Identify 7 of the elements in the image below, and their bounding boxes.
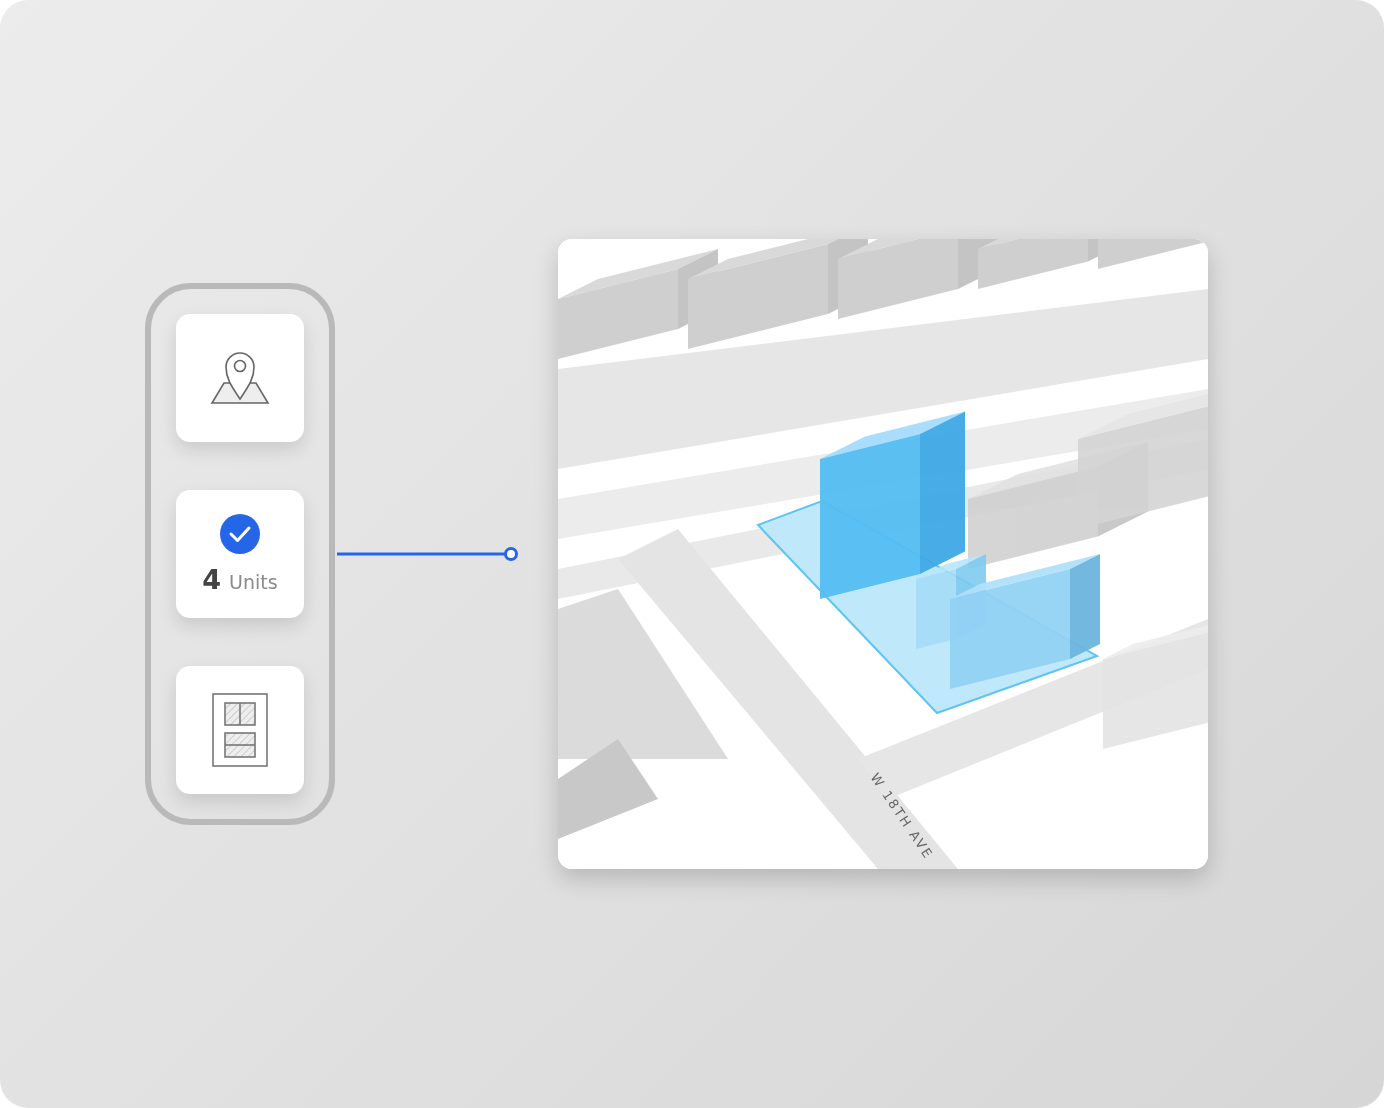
floor-plan-icon (212, 693, 268, 767)
unit-count: 4 (202, 563, 222, 595)
map-pin-icon (210, 349, 270, 407)
floor-plan-card[interactable] (176, 666, 304, 794)
units-card[interactable]: 4 Units (176, 490, 304, 618)
location-card[interactable] (176, 314, 304, 442)
units-label: Units (229, 570, 278, 593)
